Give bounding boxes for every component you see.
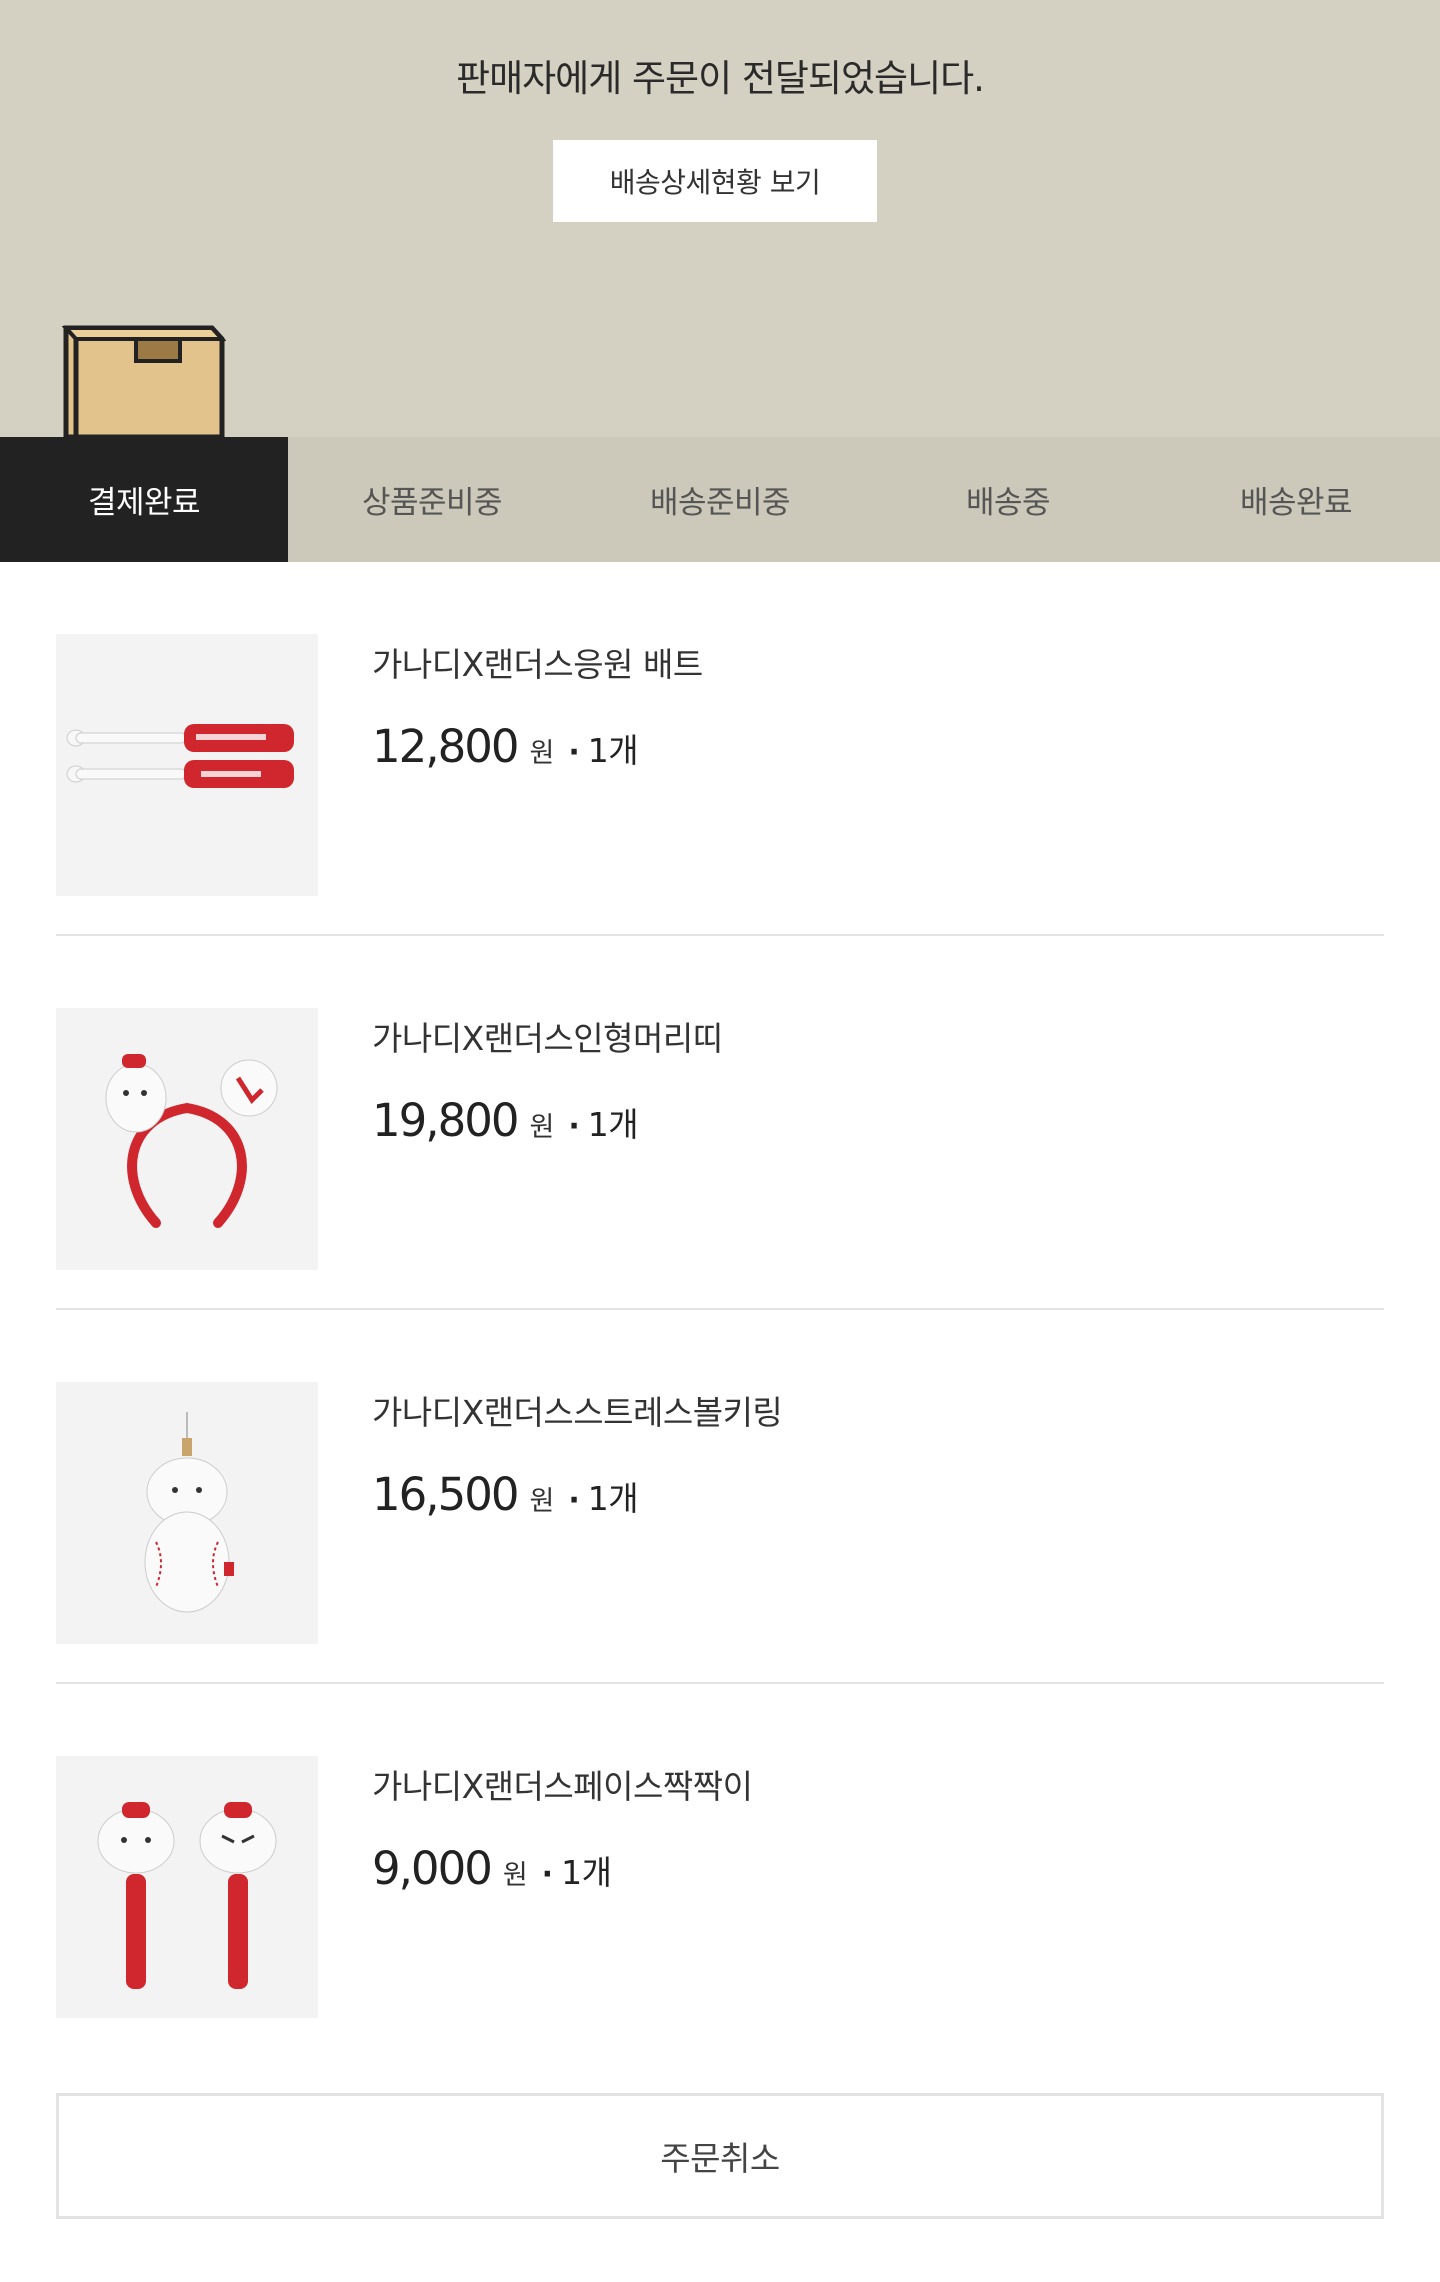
price-line: 19,800 원 · 1개 [372, 1094, 639, 1147]
product-price: 9,000 [372, 1842, 493, 1895]
product-quantity: 1개 [587, 1479, 639, 1518]
product-name[interactable]: 가나디X랜더스스트레스볼키링 [372, 1386, 783, 1434]
separator-dot: · [541, 1857, 554, 1892]
doll-headband-image[interactable] [56, 1008, 318, 1270]
step-label: 결제완료 [87, 485, 201, 521]
price-line: 12,800 원 · 1개 [372, 720, 639, 773]
delivery-box-icon [61, 323, 227, 440]
currency-unit: 원 [529, 1112, 555, 1143]
order-progress-steps: 결제완료 상품준비중 배송준비중 배송중 배송완료 [0, 437, 1440, 562]
separator-dot: · [568, 1109, 580, 1144]
price-line: 16,500 원 · 1개 [372, 1468, 639, 1521]
product-price: 19,800 [372, 1094, 519, 1147]
order-item[interactable]: 가나디X랜더스인형머리띠 19,800 원 · 1개 [56, 936, 1384, 1310]
product-name[interactable]: 가나디X랜더스페이스짝짝이 [372, 1760, 753, 1808]
order-confirm-message: 판매자에게 주문이 전달되었습니다. [456, 57, 985, 100]
step-label: 배송중 [965, 485, 1051, 521]
price-line: 9,000 원 · 1개 [372, 1842, 612, 1895]
step-label: 배송완료 [1239, 485, 1353, 521]
face-clapper-image[interactable] [56, 1756, 318, 2018]
product-price: 16,500 [372, 1468, 519, 1521]
product-name[interactable]: 가나디X랜더스인형머리띠 [372, 1012, 723, 1060]
delivery-detail-button[interactable]: 배송상세현황 보기 [553, 140, 877, 222]
step-delivered[interactable]: 배송완료 [1152, 437, 1440, 562]
stress-ball-keyring-image[interactable] [56, 1382, 318, 1644]
step-preparing-product[interactable]: 상품준비중 [288, 437, 576, 562]
product-name[interactable]: 가나디X랜더스응원 배트 [372, 638, 703, 686]
separator-dot: · [568, 735, 580, 770]
order-item[interactable]: 가나디X랜더스응원 배트 12,800 원 · 1개 [56, 562, 1384, 936]
currency-unit: 원 [529, 738, 555, 769]
product-quantity: 1개 [561, 1853, 612, 1892]
order-item-list: 가나디X랜더스응원 배트 12,800 원 · 1개 가나디X랜더스인형머리띠 … [56, 562, 1384, 2058]
cheering-bat-image[interactable] [56, 634, 318, 896]
order-item[interactable]: 가나디X랜더스페이스짝짝이 9,000 원 · 1개 [56, 1684, 1384, 2058]
order-status-header: 판매자에게 주문이 전달되었습니다. 배송상세현황 보기 [0, 0, 1440, 440]
product-quantity: 1개 [587, 1105, 639, 1144]
cancel-order-button[interactable]: 주문취소 [56, 2093, 1384, 2219]
currency-unit: 원 [502, 1860, 528, 1891]
step-shipping[interactable]: 배송중 [864, 437, 1152, 562]
step-payment-complete[interactable]: 결제완료 [0, 437, 288, 562]
order-item[interactable]: 가나디X랜더스스트레스볼키링 16,500 원 · 1개 [56, 1310, 1384, 1684]
currency-unit: 원 [529, 1486, 555, 1517]
product-quantity: 1개 [587, 731, 639, 770]
separator-dot: · [568, 1483, 580, 1518]
step-label: 상품준비중 [361, 485, 503, 521]
step-label: 배송준비중 [649, 485, 791, 521]
step-preparing-shipment[interactable]: 배송준비중 [576, 437, 864, 562]
product-price: 12,800 [372, 720, 519, 773]
